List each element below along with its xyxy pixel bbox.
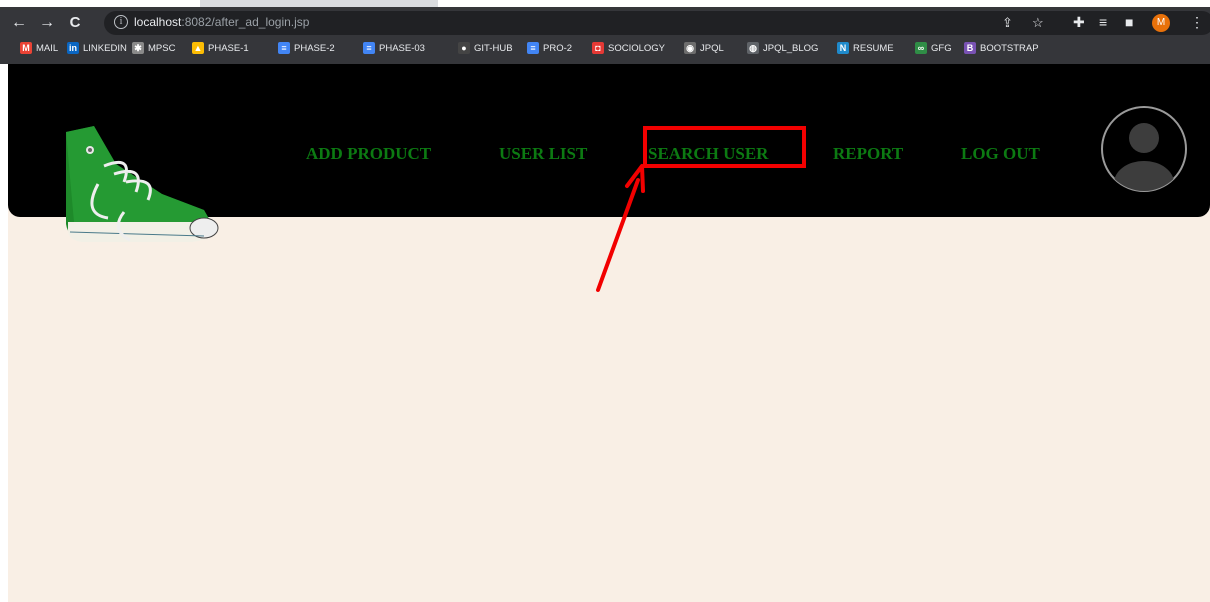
- bookmark-item[interactable]: ▲ PHASE-1: [192, 42, 249, 54]
- bookmarks-bar: M MAIL in LINKEDIN ✱ MPSC ▲ PHASE-1 ≡ PHASE-2 ≡ PHA…: [0, 38, 1210, 60]
- bookmark-item[interactable]: ● GIT-HUB: [458, 42, 513, 54]
- share-icon[interactable]: ⇪: [1002, 15, 1013, 31]
- bookmark-label: RESUME: [853, 42, 894, 54]
- menu-kebab-icon[interactable]: ⋮: [1190, 14, 1204, 31]
- bookmark-item[interactable]: in LINKEDIN: [67, 42, 127, 54]
- docs-icon: ≡: [363, 42, 375, 54]
- bootstrap-icon: B: [964, 42, 976, 54]
- side-panel-icon[interactable]: ■: [1125, 14, 1133, 30]
- bookmark-item[interactable]: M MAIL: [20, 42, 58, 54]
- address-bar[interactable]: i localhost:8082/after_ad_login.jsp ⇪ ☆: [104, 11, 1210, 35]
- highlight-box: [643, 126, 806, 168]
- nav-log-out[interactable]: LOG OUT: [961, 144, 1040, 164]
- back-arrow-icon[interactable]: ←: [8, 12, 30, 34]
- bookmark-label: GFG: [931, 42, 952, 54]
- profile-avatar[interactable]: M: [1152, 14, 1170, 32]
- bookmark-label: MAIL: [36, 42, 59, 54]
- reading-list-icon[interactable]: ≡: [1099, 14, 1107, 30]
- nav-add-product[interactable]: ADD PRODUCT: [306, 144, 431, 164]
- docs-icon: ≡: [527, 42, 539, 54]
- bookmark-label: GIT-HUB: [474, 42, 513, 54]
- bookmark-item[interactable]: ∞ GFG: [915, 42, 952, 54]
- bookmark-item[interactable]: ≡ PHASE-2: [278, 42, 335, 54]
- bookmark-label: PHASE-03: [379, 42, 425, 54]
- drive-icon: ▲: [192, 42, 204, 54]
- bookmark-star-icon[interactable]: ☆: [1032, 15, 1044, 31]
- reload-icon[interactable]: C: [64, 12, 86, 34]
- bookmark-item[interactable]: ◘ SOCIOLOGY: [592, 42, 665, 54]
- nav-user-list[interactable]: USER LIST: [499, 144, 587, 164]
- globe-icon: ◍: [747, 42, 759, 54]
- bookmark-item[interactable]: ◍ JPQL_BLOG: [747, 42, 818, 54]
- bookmark-label: LINKEDIN: [83, 42, 127, 54]
- bookmark-label: SOCIOLOGY: [608, 42, 666, 54]
- url-text[interactable]: localhost:8082/after_ad_login.jsp: [134, 15, 309, 29]
- bookmark-label: PRO-2: [543, 42, 573, 54]
- bookmark-label: MPSC: [148, 42, 176, 54]
- gmail-icon: M: [20, 42, 32, 54]
- bookmark-label: PHASE-1: [208, 42, 249, 54]
- site-info-icon[interactable]: i: [114, 15, 128, 29]
- extensions-icon[interactable]: ✚: [1073, 14, 1085, 31]
- sneaker-logo: [66, 126, 219, 242]
- browser-chrome: ← → C i localhost:8082/after_ad_login.js…: [0, 7, 1210, 64]
- bookmark-item[interactable]: ✱ MPSC: [132, 42, 175, 54]
- user-avatar-icon[interactable]: [1100, 105, 1188, 193]
- github-icon: ●: [458, 42, 470, 54]
- bookmark-label: JPQL: [700, 42, 724, 54]
- bookmark-item[interactable]: ≡ PHASE-03: [363, 42, 425, 54]
- bookmark-label: JPQL_BLOG: [763, 42, 819, 54]
- nav-report[interactable]: REPORT: [833, 144, 903, 164]
- emblem-icon: ✱: [132, 42, 144, 54]
- bookmark-item[interactable]: N RESUME: [837, 42, 894, 54]
- resume-icon: N: [837, 42, 849, 54]
- docs-icon: ≡: [278, 42, 290, 54]
- bookmark-item[interactable]: B BOOTSTRAP: [964, 42, 1039, 54]
- bookmark-label: PHASE-2: [294, 42, 335, 54]
- bookmark-item[interactable]: ≡ PRO-2: [527, 42, 572, 54]
- linkedin-icon: in: [67, 42, 79, 54]
- bookmark-label: BOOTSTRAP: [980, 42, 1039, 54]
- forward-arrow-icon[interactable]: →: [36, 12, 58, 34]
- media-icon: ◘: [592, 42, 604, 54]
- bookmark-item[interactable]: ◉ JPQL: [684, 42, 724, 54]
- browser-toolbar: ← → C i localhost:8082/after_ad_login.js…: [0, 9, 1210, 37]
- jpql-icon: ◉: [684, 42, 696, 54]
- page-content: ADD PRODUCT USER LIST SEARCH USER REPORT…: [8, 64, 1210, 602]
- gfg-icon: ∞: [915, 42, 927, 54]
